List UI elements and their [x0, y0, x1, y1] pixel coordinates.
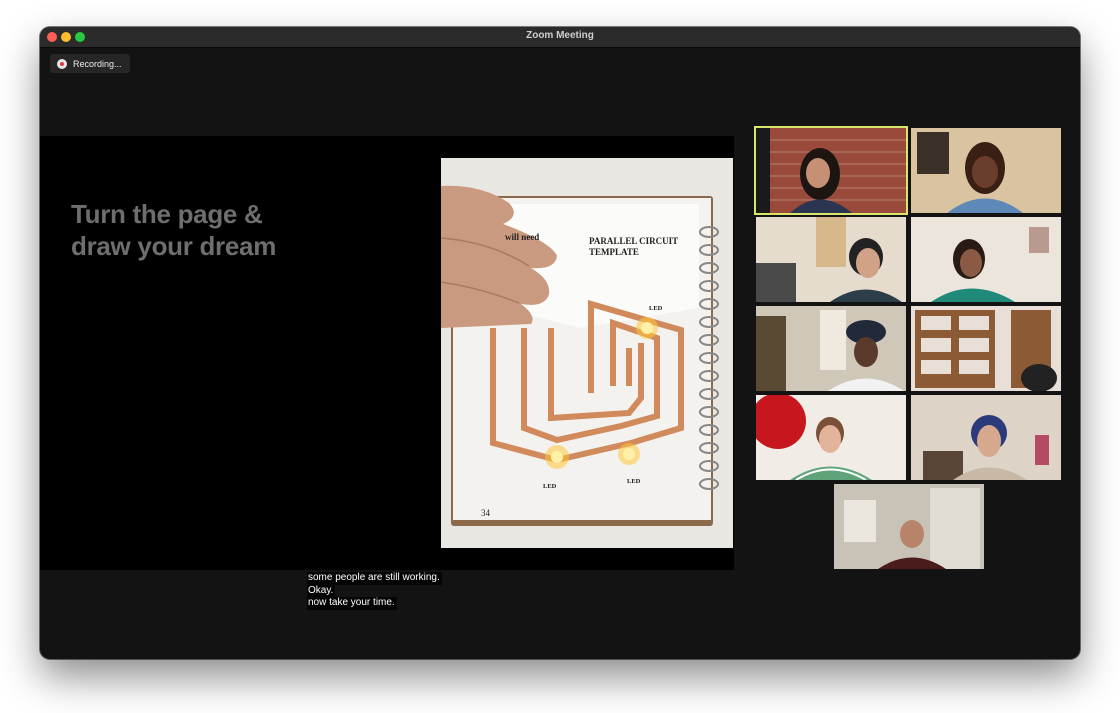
participant-video-frame — [834, 484, 984, 569]
shared-screen: Turn the page & draw your dream will nee… — [40, 136, 734, 570]
template-title-line-2: TEMPLATE — [589, 247, 639, 257]
participant-video-frame — [756, 395, 906, 480]
participant-video-frame — [756, 217, 906, 302]
participant-video[interactable] — [911, 395, 1061, 480]
participant-video[interactable] — [756, 217, 906, 302]
you-will-need-text: will need — [505, 232, 539, 242]
recording-label: Recording... — [73, 58, 122, 69]
led-label-top: LED — [649, 305, 663, 312]
caption-line: Okay. — [307, 584, 336, 597]
participant-video-frame — [911, 217, 1061, 302]
caption-line: now take your time. — [307, 597, 397, 610]
notebook-illustration: will need PARALLEL CIRCUIT TEMPLATE LED … — [441, 158, 733, 548]
participant-video-frame — [911, 128, 1061, 213]
participant-video-frame — [911, 306, 1061, 391]
participant-video[interactable] — [756, 306, 906, 391]
participant-video[interactable] — [911, 217, 1061, 302]
participant-video-frame — [756, 306, 906, 391]
participant-video[interactable] — [834, 484, 984, 569]
participant-video-frame — [756, 128, 906, 213]
record-icon — [57, 58, 67, 69]
participant-video-frame — [911, 395, 1061, 480]
live-captions: some people are still working. Okay. now… — [307, 572, 442, 610]
window-title: Zoom Meeting — [526, 30, 594, 41]
template-title-line-1: PARALLEL CIRCUIT — [589, 236, 678, 246]
caption-line: some people are still working. — [307, 572, 442, 585]
slide-heading: Turn the page & draw your dream — [71, 198, 371, 262]
participant-video[interactable] — [911, 306, 1061, 391]
zoom-window: Zoom Meeting Recording... Turn the page … — [40, 27, 1080, 659]
participant-video-active-speaker[interactable] — [756, 128, 906, 213]
title-bar: Zoom Meeting — [40, 27, 1080, 48]
participant-video[interactable] — [911, 128, 1061, 213]
led-label-bottom-left: LED — [543, 483, 557, 490]
slide-heading-line-2: draw your dream — [71, 231, 277, 261]
slide-heading-line-1: Turn the page & — [71, 199, 263, 229]
led-label-bottom-right: LED — [627, 478, 641, 485]
participant-video[interactable] — [756, 395, 906, 480]
circuit-notebook-photo: will need PARALLEL CIRCUIT TEMPLATE LED … — [441, 158, 733, 548]
recording-indicator[interactable]: Recording... — [50, 54, 130, 73]
page-number: 34 — [481, 508, 491, 518]
